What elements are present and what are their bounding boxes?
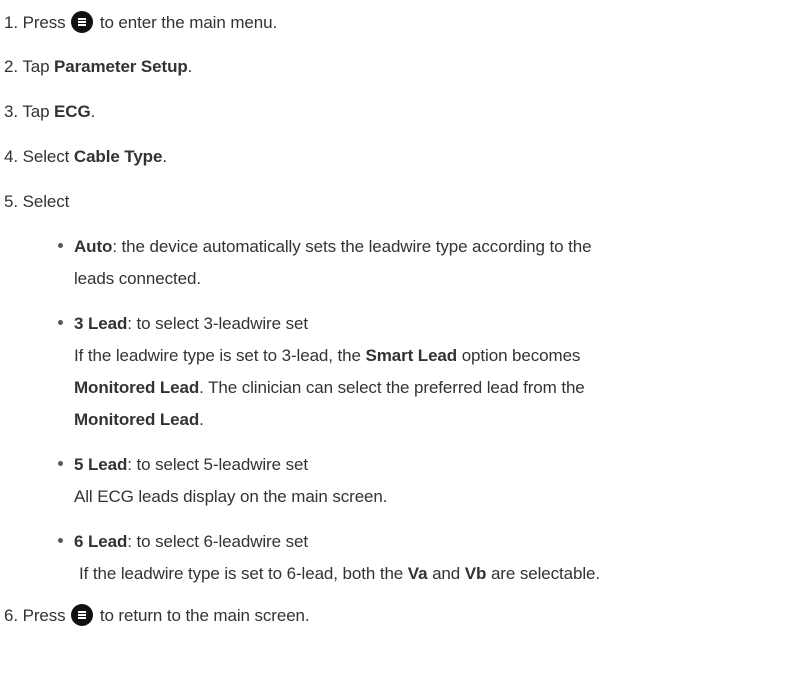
option-label-3-lead: 3 Lead	[74, 314, 128, 333]
bullet-icon	[58, 236, 74, 258]
step-text: Tap	[22, 57, 50, 76]
option-text: : the device automatically sets the lead…	[112, 237, 592, 256]
note-text: are selectable.	[490, 564, 601, 583]
option-text: : to select 3-leadwire set	[127, 314, 308, 333]
procedure-document: 1. Press to enter the main menu. 2. Tap …	[0, 0, 789, 676]
option-auto: Auto: the device automatically sets the …	[58, 236, 592, 258]
ui-term-vb: Vb	[464, 564, 487, 583]
option-3-lead-note-line-2: Monitored Lead. The clinician can select…	[74, 377, 585, 399]
step-3: 3. Tap ECG.	[4, 101, 95, 123]
note-text: and	[432, 564, 461, 583]
ui-term-ecg: ECG	[54, 102, 91, 121]
ui-term-va: Va	[407, 564, 428, 583]
step-text: .	[162, 147, 167, 166]
step-text: Select	[22, 192, 70, 211]
step-text: to enter the main menu.	[99, 13, 278, 32]
step-text: to return to the main screen.	[99, 606, 310, 625]
option-label-6-lead: 6 Lead	[74, 532, 128, 551]
step-6: 6. Press to return to the main screen.	[4, 604, 310, 627]
note-text: If the leadwire type is set to 3-lead, t…	[74, 346, 361, 365]
ui-term-cable-type: Cable Type	[73, 147, 163, 166]
step-number: 4.	[4, 147, 18, 166]
main-menu-key-icon	[71, 604, 94, 626]
step-number: 2.	[4, 57, 18, 76]
bullet-icon	[58, 531, 74, 553]
step-number: 5.	[4, 192, 18, 211]
step-1: 1. Press to enter the main menu.	[4, 11, 277, 34]
bullet-icon	[58, 313, 74, 335]
ui-term-monitored-lead: Monitored Lead	[74, 410, 200, 429]
note-text: . The clinician can select the preferred…	[199, 378, 585, 397]
option-5-lead: 5 Lead: to select 5-leadwire set	[58, 454, 308, 476]
option-3-lead-note-line-3: Monitored Lead.	[74, 409, 204, 431]
option-text: : to select 6-leadwire set	[127, 532, 308, 551]
option-auto-continued: leads connected.	[74, 268, 201, 290]
step-number: 3.	[4, 102, 18, 121]
option-text: leads connected.	[74, 269, 201, 288]
option-label-5-lead: 5 Lead	[74, 455, 128, 474]
step-text: .	[187, 57, 193, 76]
bullet-icon	[58, 454, 74, 476]
option-label-auto: Auto	[74, 237, 113, 256]
step-2: 2. Tap Parameter Setup.	[4, 56, 192, 78]
option-6-lead-note: If the leadwire type is set to 6-lead, b…	[79, 563, 600, 585]
step-number: 1.	[4, 13, 18, 32]
step-text: .	[90, 102, 96, 121]
step-4: 4. Select Cable Type.	[4, 146, 167, 168]
ui-term-parameter-setup: Parameter Setup	[54, 57, 188, 76]
note-text: All ECG leads display on the main screen…	[74, 487, 388, 506]
step-text: Select	[22, 147, 70, 166]
option-6-lead: 6 Lead: to select 6-leadwire set	[58, 531, 308, 553]
step-text: Tap	[22, 102, 50, 121]
note-text: If the leadwire type is set to 6-lead, b…	[79, 564, 404, 583]
option-5-lead-note: All ECG leads display on the main screen…	[74, 486, 387, 508]
option-3-lead: 3 Lead: to select 3-leadwire set	[58, 313, 308, 335]
step-number: 6.	[4, 606, 18, 625]
option-3-lead-note-line-1: If the leadwire type is set to 3-lead, t…	[74, 345, 580, 367]
ui-term-smart-lead: Smart Lead	[365, 346, 458, 365]
step-text: Press	[22, 606, 66, 625]
note-text: .	[199, 410, 204, 429]
ui-term-monitored-lead: Monitored Lead	[74, 378, 200, 397]
main-menu-key-icon	[71, 11, 94, 33]
option-text: : to select 5-leadwire set	[127, 455, 308, 474]
step-5: 5. Select	[4, 191, 69, 213]
step-text: Press	[22, 13, 66, 32]
note-text: option becomes	[461, 346, 581, 365]
